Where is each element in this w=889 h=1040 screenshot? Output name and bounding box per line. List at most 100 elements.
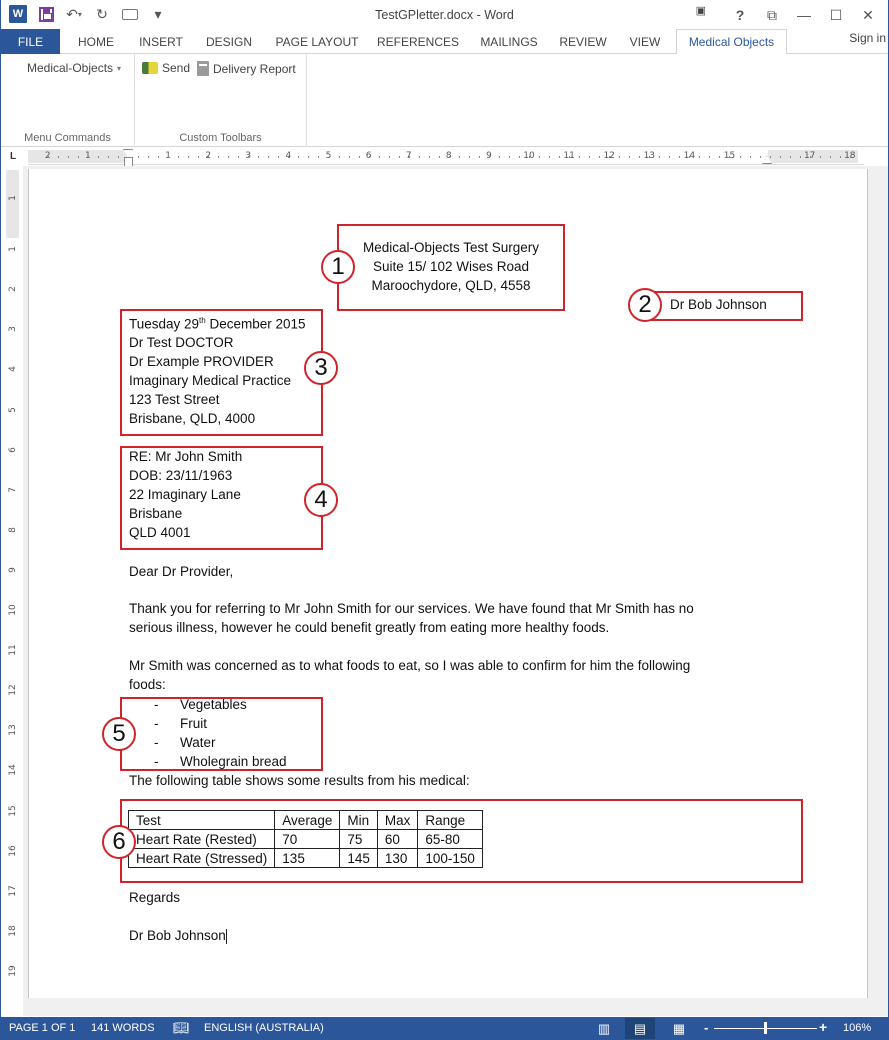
ruler-tick-mark — [208, 156, 209, 158]
ruler-tick-mark — [419, 156, 420, 158]
ruler-tick-mark — [88, 156, 89, 158]
ruler-tick-mark — [318, 156, 319, 158]
group-label-custom-toolbars: Custom Toolbars — [179, 132, 262, 144]
ruler-tick-mark — [499, 156, 500, 158]
author-name: Dr Bob Johnson — [670, 297, 767, 312]
word-logo-icon[interactable]: W — [9, 5, 27, 23]
touch-mode-icon[interactable]: ▣ — [696, 4, 706, 17]
sender-line-3: Maroochydore, QLD, 4558 — [371, 278, 531, 293]
word-count[interactable]: 141 WORDS — [91, 1022, 155, 1034]
ruler-tick-mark — [559, 156, 560, 158]
date-day: Tuesday 29 — [129, 316, 200, 332]
ruler-tick-mark — [58, 156, 59, 158]
zoom-in-button[interactable]: + — [819, 1019, 827, 1035]
undo-button[interactable]: ↶ ▾ — [65, 5, 83, 23]
ruler-tick-mark — [790, 156, 791, 158]
salutation: Dear Dr Provider, — [129, 564, 234, 579]
paragraph-1-line-2: serious illness, however he could benefi… — [129, 620, 610, 635]
tab-design[interactable]: DESIGN — [199, 29, 259, 54]
ruler-tick-mark — [389, 156, 390, 158]
proofing-icon[interactable]: 📖︎ — [173, 1020, 190, 1036]
ruler-tick-mark — [810, 156, 811, 158]
table-header-row: Test Average Min Max Range — [127, 810, 483, 830]
ruler-tick-mark — [579, 156, 580, 158]
zoom-level[interactable]: 106% — [843, 1022, 871, 1034]
letter-date: Tuesday 29th December 2015 — [129, 316, 306, 332]
maximize-button[interactable]: ☐ — [820, 0, 852, 30]
ruler-tick-mark — [729, 156, 730, 158]
ruler-tick-mark — [449, 156, 450, 158]
medical-objects-menu-button[interactable]: Medical-Objects ▾ — [27, 61, 121, 75]
ribbon-tabs: FILE HOME INSERT DESIGN PAGE LAYOUT REFE… — [1, 29, 888, 55]
ruler-tick-label: 14 — [8, 764, 18, 777]
ruler-tick-label: 13 — [8, 724, 18, 737]
tab-file[interactable]: FILE — [1, 29, 60, 54]
tab-home[interactable]: HOME — [67, 29, 125, 54]
table-cell: 75 — [339, 829, 378, 849]
ruler-tick-mark — [719, 156, 720, 158]
delivery-report-button[interactable]: Delivery Report — [197, 61, 296, 76]
page-count[interactable]: PAGE 1 OF 1 — [9, 1022, 75, 1034]
sender-line-2: Suite 15/ 102 Wises Road — [372, 259, 530, 274]
help-button[interactable]: ? — [724, 0, 756, 30]
tab-medical-objects[interactable]: Medical Objects — [676, 29, 787, 55]
table-row: Heart Rate (Rested) 70 75 60 65-80 — [127, 829, 483, 849]
web-layout-icon: ▦ — [672, 1020, 686, 1036]
print-preview-button[interactable] — [121, 5, 139, 23]
zoom-out-button[interactable]: - — [704, 1020, 708, 1035]
callout-badge-3: 3 — [304, 351, 338, 385]
callout-badge-4: 4 — [304, 483, 338, 517]
sender-line-1: Medical-Objects Test Surgery — [362, 240, 540, 255]
sign-in-link[interactable]: Sign in — [849, 31, 886, 45]
ruler-tick-mark — [649, 156, 650, 158]
minimize-button[interactable]: — — [788, 0, 820, 30]
zoom-slider-thumb[interactable] — [764, 1022, 767, 1034]
tab-mailings[interactable]: MAILINGS — [471, 29, 547, 54]
redo-icon: ↻ — [96, 5, 108, 22]
send-button[interactable]: Send — [142, 61, 190, 75]
close-button[interactable]: ✕ — [852, 0, 884, 30]
web-layout-button[interactable]: ▦ — [664, 1018, 694, 1039]
ribbon: Medical-Objects ▾ Menu Commands Send Del… — [1, 54, 888, 147]
read-mode-icon: ▥ — [597, 1020, 611, 1036]
list-bullet: - — [154, 754, 159, 769]
ruler-tick-label: 9 — [8, 567, 18, 573]
window-controls: ? ⧉ — ☐ ✕ — [724, 0, 884, 30]
tab-view[interactable]: VIEW — [620, 29, 670, 54]
ribbon-display-options-button[interactable]: ⧉ — [756, 0, 788, 30]
vertical-ruler[interactable]: 1 1 2 3 4 5 6 7 8 9 10 11 12 13 14 15 16 17 18 19 — [6, 170, 19, 1005]
ruler-tick-mark — [298, 156, 299, 158]
medical-objects-menu-label: Medical-Objects — [27, 61, 114, 75]
save-button[interactable] — [37, 5, 55, 23]
ruler-tick-mark — [138, 156, 139, 158]
ruler-tick-mark — [689, 156, 690, 158]
language[interactable]: ENGLISH (AUSTRALIA) — [204, 1022, 324, 1034]
tab-references[interactable]: REFERENCES — [375, 29, 461, 54]
closing: Regards — [129, 890, 181, 905]
ruler-tick-mark — [148, 156, 149, 158]
ruler-tick-label: 2 — [8, 286, 18, 293]
ruler-tick-mark — [339, 156, 340, 158]
tab-page-layout[interactable]: PAGE LAYOUT — [269, 29, 365, 54]
ruler-tick-mark — [268, 156, 269, 158]
horizontal-ruler[interactable]: 211234567891011121314151718 — [28, 149, 864, 165]
ruler-tick-mark — [800, 156, 801, 158]
undo-dropdown-icon[interactable]: ▾ — [78, 10, 82, 19]
ruler-tick-mark — [770, 156, 771, 158]
tab-stop-selector[interactable]: L — [7, 151, 19, 163]
ruler-tick-label: 10 — [8, 604, 18, 616]
table-header-cell: Range — [417, 810, 483, 830]
read-mode-button[interactable]: ▥ — [589, 1018, 619, 1039]
tab-review[interactable]: REVIEW — [554, 29, 612, 54]
tab-insert[interactable]: INSERT — [132, 29, 190, 54]
date-ordinal: th — [199, 316, 206, 325]
table-cell: 145 — [339, 848, 378, 868]
text-cursor — [225, 928, 227, 944]
list-item: Vegetables — [180, 697, 247, 712]
ruler-tick-mark — [238, 156, 239, 158]
redo-button[interactable]: ↻ — [93, 5, 111, 23]
print-layout-button[interactable]: ▤ — [625, 1018, 655, 1039]
paragraph-2-line-1: Mr Smith was concerned as to what foods … — [129, 658, 691, 673]
customize-qat-icon[interactable]: ▾ — [149, 5, 167, 23]
ruler-tick-mark — [469, 156, 470, 158]
